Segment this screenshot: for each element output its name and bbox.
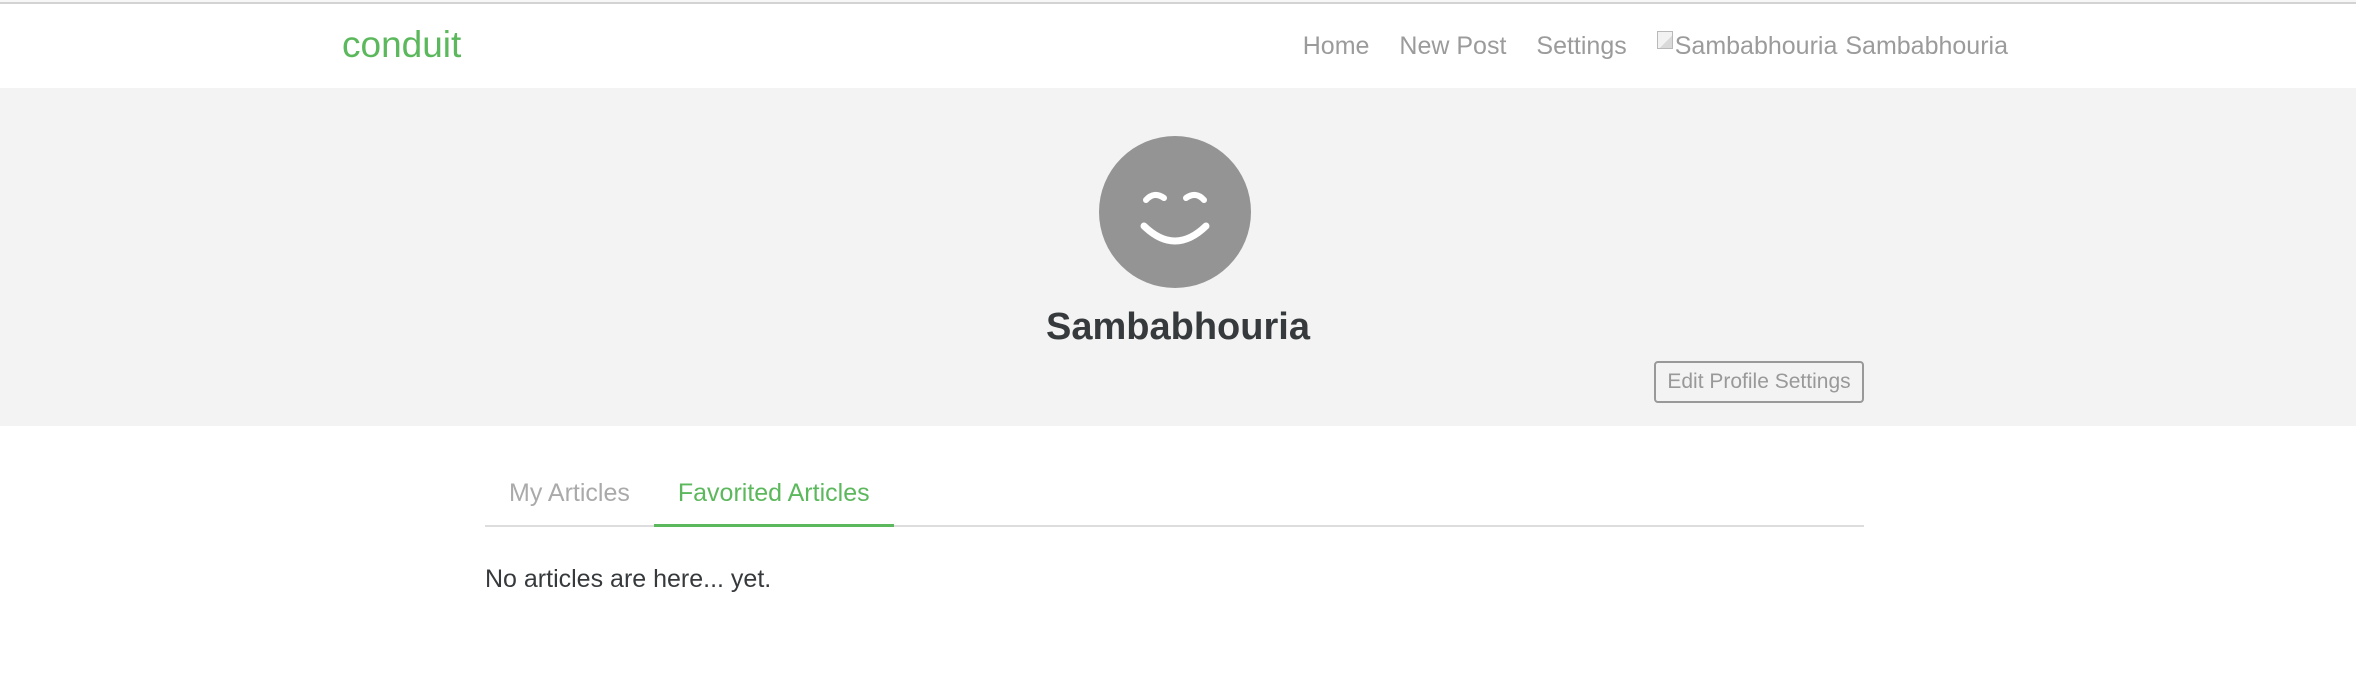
nav-username: Sambabhouria [1845,32,2008,60]
profile-avatar [1099,136,1251,288]
smiley-face-icon [1140,192,1210,245]
nav-links: Home New Post Settings Sambabhouria Samb… [1288,24,2008,68]
broken-image-icon [1656,31,1673,49]
profile-username: Sambabhouria [1046,306,1310,348]
edit-profile-settings-button[interactable]: Edit Profile Settings [1654,361,1864,403]
nav-link-settings[interactable]: Settings [1521,24,1641,68]
article-tabs: My Articles Favorited Articles [485,461,1864,527]
profile-banner: Sambabhouria Edit Profile Settings [0,88,2356,426]
user-avatar-broken-image: Sambabhouria [1656,24,1838,68]
empty-articles-message: No articles are here... yet. [485,565,772,593]
top-navbar: conduit Home New Post Settings Sambabhou… [0,4,2356,88]
brand-logo-link[interactable]: conduit [342,21,461,69]
tab-favorited-articles[interactable]: Favorited Articles [653,461,894,527]
nav-link-home[interactable]: Home [1288,24,1385,68]
nav-link-profile[interactable]: Sambabhouria Sambabhouria [1642,24,2008,68]
user-avatar-alt-text: Sambabhouria [1674,32,1838,60]
nav-link-new-post[interactable]: New Post [1384,24,1521,68]
tab-my-articles[interactable]: My Articles [485,461,654,527]
